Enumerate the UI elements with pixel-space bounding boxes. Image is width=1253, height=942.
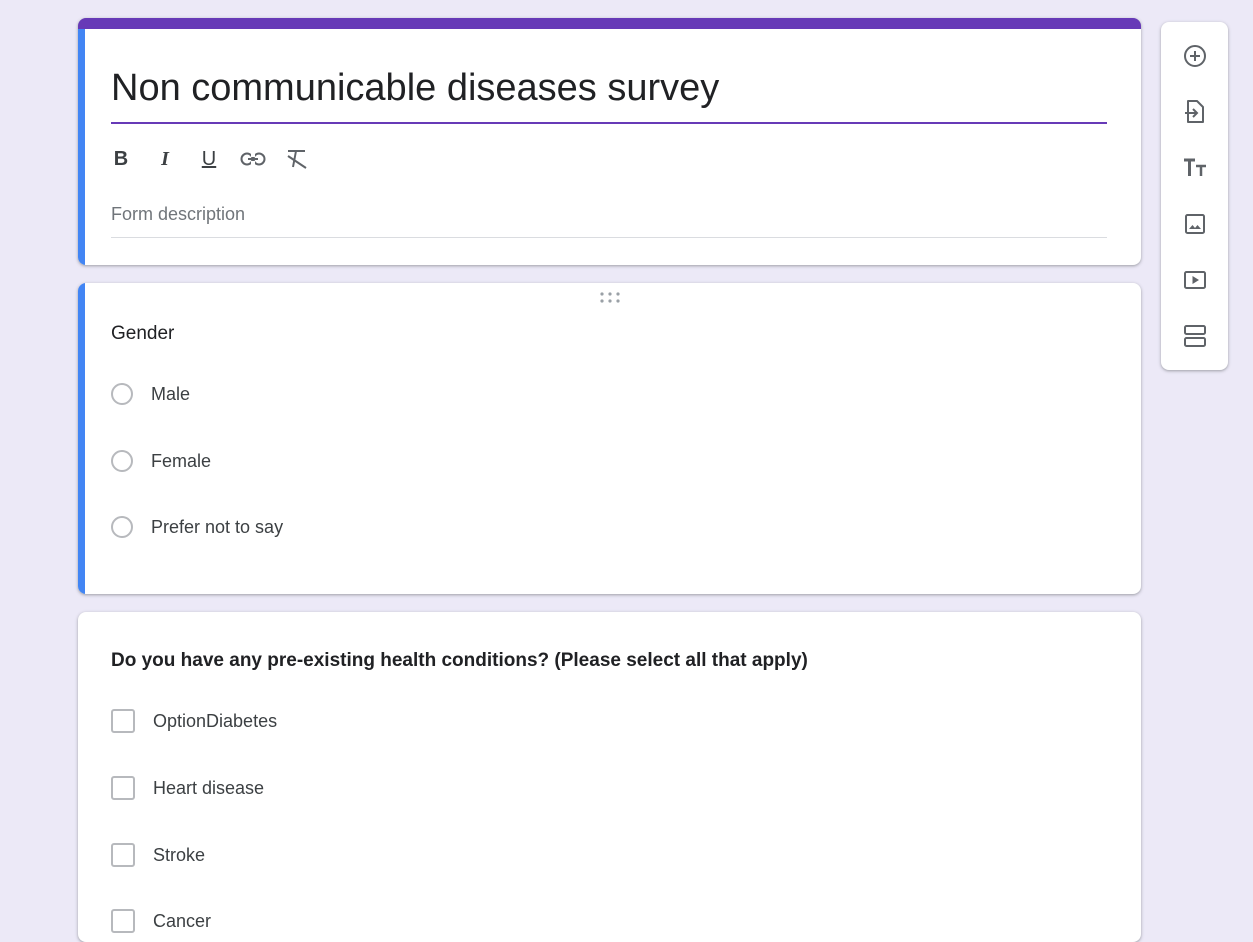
checkbox-option[interactable]: Cancer [111, 909, 211, 933]
option-label: Prefer not to say [151, 516, 284, 537]
add-image-icon [1185, 214, 1205, 234]
question-card-health-conditions[interactable]: Do you have any pre-existing health cond… [78, 612, 1141, 942]
question-card-gender[interactable]: Gender Male Female Prefer not to say [78, 283, 1141, 594]
option-label: OptionDiabetes [153, 710, 278, 731]
text-format-toolbar: B I U [111, 141, 331, 177]
option-label: Female [151, 450, 212, 471]
add-video-button[interactable] [1175, 260, 1215, 300]
add-video-icon [1184, 271, 1206, 289]
radio-button[interactable] [111, 383, 133, 405]
bold-icon: B [113, 147, 129, 170]
checkbox[interactable] [111, 709, 135, 733]
form-title-input[interactable]: Non communicable diseases survey [111, 67, 1107, 124]
import-questions-icon [1185, 100, 1204, 123]
add-image-button[interactable] [1175, 204, 1215, 244]
form-description-input[interactable]: Form description [111, 204, 1107, 238]
checkbox[interactable] [111, 776, 135, 800]
add-title-button[interactable] [1175, 148, 1215, 188]
add-title-icon [1184, 158, 1206, 176]
checkbox[interactable] [111, 909, 135, 933]
radio-option[interactable]: Male [111, 383, 190, 405]
clear-formatting-icon [287, 150, 307, 169]
active-card-indicator [78, 29, 85, 265]
drag-handle-icon[interactable] [598, 291, 622, 305]
bold-button[interactable]: B [103, 141, 139, 177]
form-title-card[interactable]: Non communicable diseases survey B I U F… [78, 18, 1141, 265]
add-section-button[interactable] [1175, 316, 1215, 356]
checkbox-option[interactable]: Stroke [111, 843, 205, 867]
radio-button[interactable] [111, 450, 133, 472]
link-button[interactable] [235, 141, 271, 177]
link-icon [240, 152, 266, 166]
option-label: Male [151, 383, 191, 404]
option-label: Cancer [153, 910, 212, 931]
add-question-button[interactable] [1175, 36, 1215, 76]
add-question-icon [1184, 45, 1206, 67]
italic-icon: I [161, 147, 169, 170]
radio-option[interactable]: Female [111, 450, 211, 472]
option-label: Heart disease [153, 777, 265, 798]
question-title: Gender [111, 323, 175, 344]
question-title: Do you have any pre-existing health cond… [111, 650, 808, 671]
italic-button[interactable]: I [147, 141, 183, 177]
radio-option[interactable]: Prefer not to say [111, 516, 283, 538]
active-card-indicator [78, 283, 85, 594]
underline-button[interactable]: U [191, 141, 227, 177]
checkbox-option[interactable]: OptionDiabetes [111, 709, 277, 733]
floating-toolbar [1161, 22, 1228, 370]
import-questions-button[interactable] [1175, 92, 1215, 132]
checkbox-option[interactable]: Heart disease [111, 776, 264, 800]
underline-icon: U [201, 147, 217, 170]
add-section-icon [1184, 325, 1206, 347]
radio-button[interactable] [111, 516, 133, 538]
clear-formatting-button[interactable] [279, 141, 315, 177]
option-label: Stroke [153, 844, 206, 865]
checkbox[interactable] [111, 843, 135, 867]
